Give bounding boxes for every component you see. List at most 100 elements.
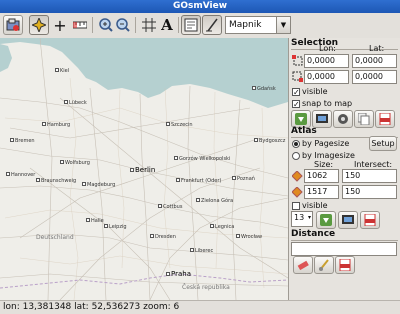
- crosshair-button[interactable]: +: [50, 15, 70, 35]
- atlas-zoom-spinbox[interactable]: 13 ▾: [291, 211, 313, 227]
- city-label: Bydgoszcz: [254, 138, 285, 144]
- width-icon: [291, 170, 303, 185]
- atlas-intersect-height-field[interactable]: 150: [342, 185, 397, 199]
- city-label: Magdeburg: [82, 182, 115, 188]
- grid-button[interactable]: [139, 15, 159, 35]
- city-label: Legnica: [210, 224, 234, 230]
- toolbar: + A Mapnik ▼: [0, 13, 400, 39]
- by-pagesize-label: by Pagesize: [302, 139, 350, 148]
- lon2-field[interactable]: 0,0000: [304, 70, 349, 84]
- lat2-field[interactable]: 0,0000: [352, 70, 397, 84]
- divider: [291, 240, 398, 241]
- selection-settings-button[interactable]: [333, 110, 353, 128]
- toolbar-separator: [178, 17, 179, 33]
- city-label: Szczecin: [166, 122, 193, 128]
- download-icon: [320, 214, 332, 226]
- atlas-width-field[interactable]: 1062: [304, 169, 339, 183]
- city-label: Dresden: [150, 234, 176, 240]
- city-label: Wrocław: [236, 234, 262, 240]
- atlas-export-button[interactable]: [338, 211, 358, 229]
- status-text: lon: 13,381348 lat: 52,536273 zoom: 6: [3, 302, 180, 312]
- pencil-button[interactable]: [202, 15, 222, 35]
- distance-section-title: Distance: [291, 229, 336, 239]
- atlas-visible-checkbox[interactable]: [292, 202, 300, 210]
- selection-bottom-right-icon: [292, 71, 303, 82]
- gear-icon: [338, 114, 348, 124]
- city-label: Braunschweig: [36, 178, 76, 184]
- atlas-setup-button[interactable]: Setup: [369, 136, 397, 151]
- atlas-visible-label: visible: [302, 201, 328, 210]
- size-label: Size:: [314, 160, 334, 169]
- distance-clear-button[interactable]: [293, 256, 313, 274]
- city-label: Leipzig: [104, 224, 127, 230]
- open-button[interactable]: [3, 15, 23, 35]
- lon1-field[interactable]: 0,0000: [304, 54, 349, 68]
- city-label-capital: Praha: [166, 270, 191, 278]
- window-titlebar: GOsmView: [0, 0, 400, 13]
- open-icon: [6, 18, 20, 31]
- map-type-value: Mapnik: [229, 20, 262, 30]
- map-type-select[interactable]: Mapnik ▼: [225, 16, 291, 34]
- zoom-out-button[interactable]: [113, 15, 133, 35]
- city-label: Gdańsk: [252, 86, 276, 92]
- properties-button[interactable]: [181, 15, 201, 35]
- distance-pdf-button[interactable]: [335, 256, 355, 274]
- ruler-icon: [73, 21, 87, 29]
- zoom-in-icon: [99, 18, 113, 32]
- side-panel: Selection Lon: Lat: 0,0000 0,0000 0,0000…: [289, 38, 400, 300]
- by-imagesize-label: by Imagesize: [302, 151, 355, 160]
- city-label: Liberec: [190, 248, 213, 254]
- snap-to-map-checkbox[interactable]: ✓: [292, 100, 300, 109]
- lon-label: Lon:: [319, 44, 336, 53]
- selection-copy-button[interactable]: [354, 110, 374, 128]
- country-label: Česká republika: [182, 284, 230, 291]
- country-label: Deutschland: [36, 234, 74, 241]
- move-icon: [32, 18, 46, 32]
- atlas-section-title: Atlas: [291, 126, 317, 136]
- grid-icon: [142, 18, 156, 32]
- city-label: Poznań: [232, 176, 255, 182]
- pdf-icon: [339, 258, 351, 272]
- city-label: Frankfurt (Oder): [176, 178, 221, 184]
- toolbar-separator: [135, 17, 136, 33]
- move-button[interactable]: [29, 15, 49, 35]
- label-button[interactable]: A: [157, 15, 177, 35]
- eraser-icon: [297, 260, 309, 271]
- pdf-icon: [364, 213, 376, 227]
- label-icon: A: [161, 16, 173, 34]
- brush-icon: [319, 259, 329, 271]
- crosshair-icon: +: [53, 15, 67, 35]
- selection-visible-checkbox[interactable]: ✓: [292, 88, 300, 97]
- city-label: Hamburg: [42, 122, 70, 128]
- distance-brush-button[interactable]: [314, 256, 334, 274]
- atlas-intersect-width-field[interactable]: 150: [342, 169, 397, 183]
- city-label: Hannover: [6, 172, 35, 178]
- city-label: Lübeck: [64, 100, 87, 106]
- city-label: Wolfsburg: [60, 160, 90, 166]
- height-icon: [291, 186, 303, 201]
- snap-to-map-label: snap to map: [302, 99, 353, 108]
- atlas-pdf-button[interactable]: [360, 211, 380, 229]
- city-label: Bremen: [10, 138, 35, 144]
- map-view[interactable]: Kiel Lübeck Hamburg Bremen Szczecin Gdań…: [0, 38, 289, 300]
- chevron-down-icon: ▾: [307, 214, 311, 221]
- distance-field[interactable]: [291, 242, 397, 256]
- by-imagesize-radio[interactable]: [292, 152, 300, 160]
- lat1-field[interactable]: 0,0000: [352, 54, 397, 68]
- selection-pdf-button[interactable]: [375, 110, 395, 128]
- atlas-height-field[interactable]: 1517: [304, 185, 339, 199]
- by-pagesize-radio[interactable]: [292, 140, 300, 148]
- pencil-icon: [206, 18, 218, 32]
- pdf-icon: [379, 112, 391, 126]
- chevron-down-icon: ▼: [276, 17, 290, 33]
- status-bar: lon: 13,381348 lat: 52,536273 zoom: 6: [0, 300, 400, 314]
- selection-visible-label: visible: [302, 87, 328, 96]
- city-label: Cottbus: [158, 204, 182, 210]
- intersect-label: Intersect:: [354, 160, 393, 169]
- city-label: Kiel: [55, 68, 69, 74]
- city-label: Halle: [86, 218, 104, 224]
- ruler-button[interactable]: [70, 15, 90, 35]
- city-label: Gorzów Wielkopolski: [174, 156, 230, 162]
- properties-icon: [184, 18, 198, 32]
- atlas-download-button[interactable]: [316, 211, 336, 229]
